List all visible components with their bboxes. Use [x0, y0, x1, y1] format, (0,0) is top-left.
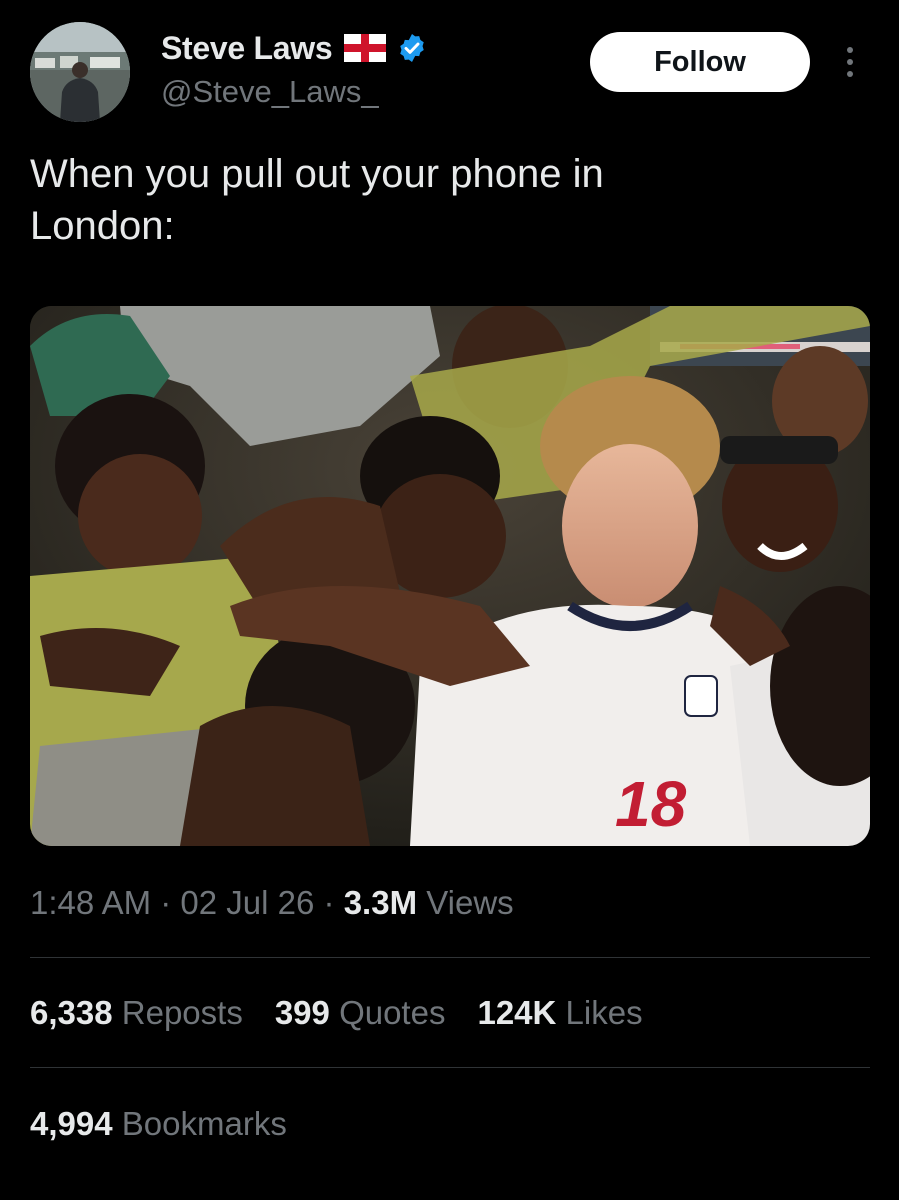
views-label: Views — [426, 884, 514, 921]
dot — [847, 71, 853, 77]
bookmarks-stat[interactable]: 4,994 Bookmarks — [30, 1105, 287, 1143]
separator: · — [160, 884, 172, 921]
reposts-label: Reposts — [121, 994, 243, 1031]
tweet-time[interactable]: 1:48 AM — [30, 884, 151, 921]
tweet-text: When you pull out your phone in London: — [30, 152, 604, 248]
dot — [847, 59, 853, 65]
quotes-label: Quotes — [339, 994, 446, 1031]
likes-label: Likes — [565, 994, 643, 1031]
bookmarks-count: 4,994 — [30, 1105, 113, 1142]
quotes-count: 399 — [274, 994, 330, 1031]
jersey-number: 18 — [615, 768, 687, 840]
display-name[interactable]: Steve Laws — [161, 30, 333, 67]
user-handle[interactable]: @Steve_Laws_ — [161, 74, 428, 110]
more-options-icon[interactable] — [838, 42, 862, 82]
tweet-photo[interactable]: 18 — [30, 306, 870, 846]
divider — [30, 957, 870, 958]
quotes-stat[interactable]: 399 Quotes — [275, 994, 446, 1032]
divider — [30, 1067, 870, 1068]
verified-badge-icon[interactable] — [396, 32, 428, 64]
england-flag-icon — [344, 34, 387, 62]
reposts-stat[interactable]: 6,338 Reposts — [30, 994, 243, 1032]
avatar[interactable] — [30, 22, 130, 122]
likes-count: 124K — [477, 994, 557, 1031]
engagement-stats: 6,338 Reposts 399 Quotes 124K Likes — [30, 994, 643, 1032]
separator: · — [323, 884, 335, 921]
follow-button[interactable]: Follow — [590, 32, 810, 92]
likes-stat[interactable]: 124K Likes — [477, 994, 642, 1032]
tweet-meta: 1:48 AM · 02 Jul 26 · 3.3M Views — [30, 884, 514, 922]
reposts-count: 6,338 — [30, 994, 113, 1031]
author-info: Steve Laws @Steve_Laws_ — [161, 28, 428, 110]
tweet-header: Steve Laws @Steve_Laws_ Follow — [30, 22, 870, 122]
dot — [847, 47, 853, 53]
name-row: Steve Laws — [161, 28, 428, 68]
views-count: 3.3M — [343, 884, 418, 921]
tweet-date[interactable]: 02 Jul 26 — [180, 884, 314, 921]
bookmarks-label: Bookmarks — [121, 1105, 287, 1142]
